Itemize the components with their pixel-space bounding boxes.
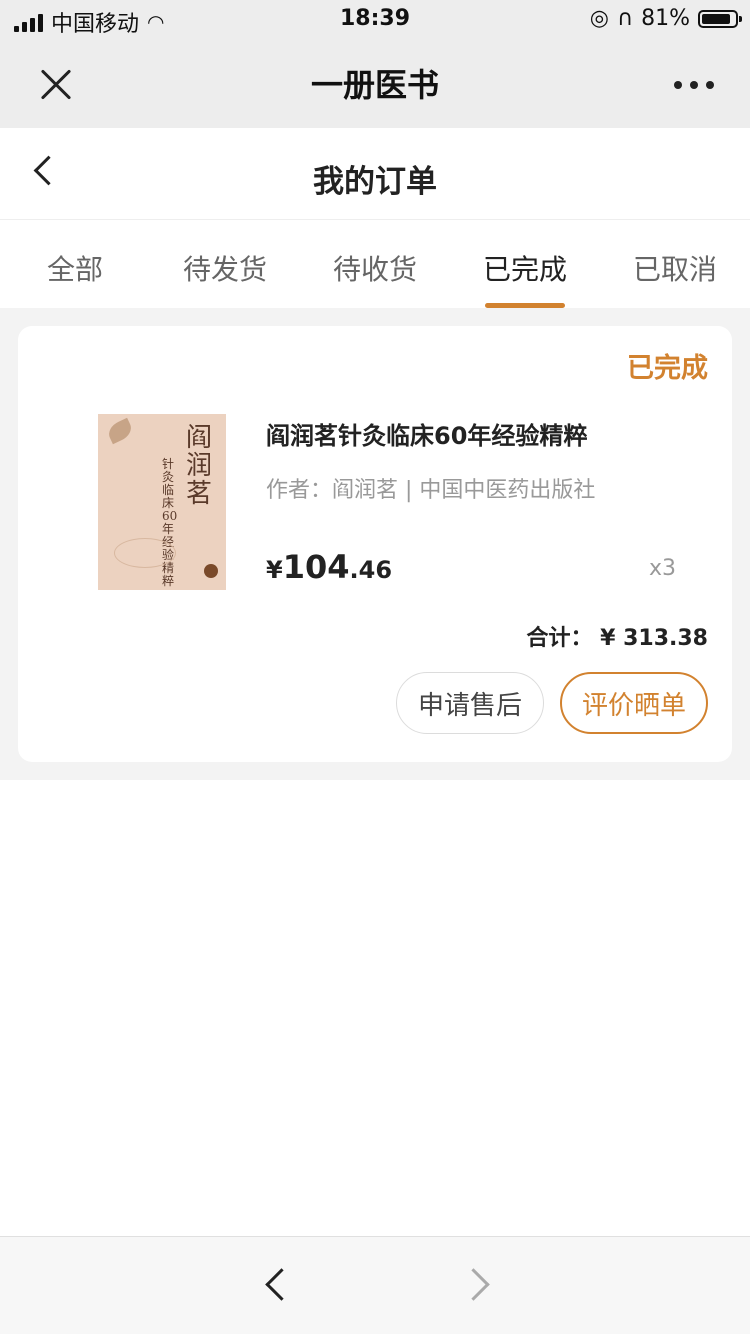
product-meta: 作者：阎润茗 | 中国中医药出版社 bbox=[266, 478, 596, 503]
tab-to-receive[interactable]: 待收货 bbox=[300, 220, 450, 308]
bottom-nav-bar bbox=[0, 1236, 750, 1334]
lock-rotation-icon: ◎ bbox=[589, 6, 609, 31]
nav-back-icon[interactable] bbox=[265, 1268, 298, 1301]
review-button[interactable]: 评价晒单 bbox=[560, 672, 708, 734]
price-decimal: .46 bbox=[349, 556, 393, 584]
order-total: 合计： ¥ 313.38 bbox=[526, 626, 708, 651]
status-bar: 中国移动 ◠ 18:39 ◎ ∩ 81% bbox=[0, 0, 750, 40]
page-header: 我的订单 bbox=[0, 128, 750, 220]
cover-title: 阎润茗 bbox=[186, 423, 213, 509]
tab-all[interactable]: 全部 bbox=[0, 220, 150, 308]
tab-label: 已完成 bbox=[482, 253, 567, 286]
page-title: 我的订单 bbox=[313, 164, 437, 200]
tab-to-ship[interactable]: 待发货 bbox=[150, 220, 300, 308]
headphones-icon: ∩ bbox=[616, 6, 634, 31]
order-card[interactable]: 已完成 阎润茗 针灸临床60年经验精粹 阎润茗针灸临床60年经验精粹 作者：阎润… bbox=[18, 326, 732, 762]
product-title[interactable]: 阎润茗针灸临床60年经验精粹 bbox=[266, 416, 587, 451]
cover-subtitle: 针灸临床60年经验精粹 bbox=[162, 457, 178, 588]
battery-icon bbox=[698, 9, 742, 28]
cover-swirl-decoration bbox=[114, 538, 176, 568]
product-quantity: x3 bbox=[648, 556, 676, 581]
tab-cancelled[interactable]: 已取消 bbox=[600, 220, 750, 308]
battery-percent: 81% bbox=[641, 6, 690, 31]
status-right: ◎ ∩ 81% bbox=[589, 6, 742, 31]
cover-leaf-decoration bbox=[105, 417, 135, 445]
tab-label: 待发货 bbox=[182, 253, 267, 286]
cover-seal-icon bbox=[204, 564, 218, 578]
tab-label: 已取消 bbox=[632, 253, 717, 286]
miniapp-title: 一册医书 bbox=[310, 66, 439, 104]
product-price: ¥104.46 bbox=[266, 548, 392, 586]
more-menu-icon[interactable] bbox=[674, 81, 714, 89]
after-sale-button[interactable]: 申请售后 bbox=[396, 672, 544, 734]
nav-forward-icon[interactable] bbox=[457, 1268, 490, 1301]
order-tabs: 全部 待发货 待收货 已完成 已取消 bbox=[0, 220, 750, 308]
tab-completed[interactable]: 已完成 bbox=[450, 220, 600, 308]
order-status: 已完成 bbox=[627, 353, 708, 384]
wechat-top-bar: 中国移动 ◠ 18:39 ◎ ∩ 81% 一册医书 bbox=[0, 0, 750, 128]
price-currency: ¥ bbox=[266, 556, 283, 584]
price-integer: 104 bbox=[282, 548, 350, 586]
tab-label: 全部 bbox=[46, 253, 103, 286]
book-cover-image[interactable]: 阎润茗 针灸临床60年经验精粹 bbox=[98, 414, 226, 590]
tab-label: 待收货 bbox=[332, 253, 417, 286]
